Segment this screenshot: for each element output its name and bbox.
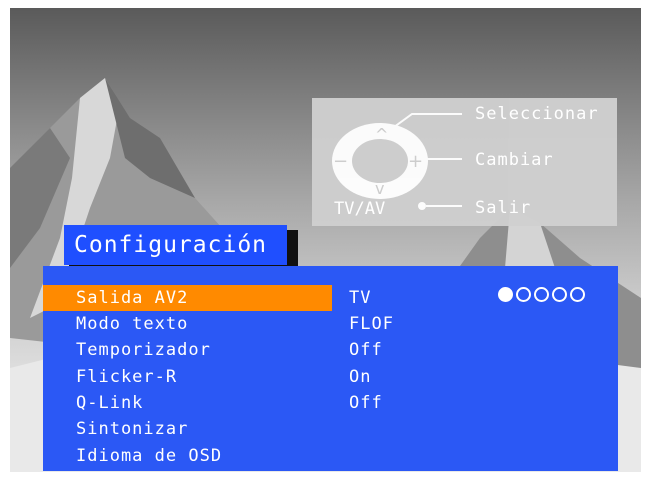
menu-item-temporizador[interactable]: Temporizador — [76, 337, 211, 363]
option-dot-icon — [552, 287, 567, 302]
tvav-button-icon — [418, 202, 426, 210]
up-arrow-icon: ^ — [375, 125, 388, 144]
option-dot-icon — [534, 287, 549, 302]
option-dot-icon — [570, 287, 585, 302]
menu-item-flicker-r[interactable]: Flicker-R — [76, 364, 177, 390]
change-legend: Cambiar — [475, 150, 554, 170]
option-dot-icon — [498, 287, 513, 302]
value-q-link[interactable]: Off — [349, 390, 383, 416]
minus-icon: − — [333, 151, 348, 172]
plus-icon: + — [408, 151, 423, 172]
option-indicator — [498, 287, 585, 302]
tvav-label: TV/AV — [334, 199, 386, 219]
value-modo-texto[interactable]: FLOF — [349, 311, 394, 337]
menu-item-salida-av2[interactable]: Salida AV2 — [76, 285, 188, 311]
down-arrow-icon: v — [375, 179, 384, 198]
value-temporizador[interactable]: Off — [349, 337, 383, 363]
value-flicker-r[interactable]: On — [349, 364, 371, 390]
exit-legend: Salir — [475, 198, 532, 218]
menu-item-modo-texto[interactable]: Modo texto — [76, 311, 188, 337]
menu-item-idioma-osd[interactable]: Idioma de OSD — [76, 443, 222, 469]
option-dot-icon — [516, 287, 531, 302]
menu-title: Configuración — [64, 225, 287, 265]
value-salida-av2[interactable]: TV — [349, 285, 371, 311]
menu-item-sintonizar[interactable]: Sintonizar — [76, 416, 188, 442]
select-legend: Seleccionar — [475, 104, 599, 124]
menu-item-q-link[interactable]: Q-Link — [76, 390, 143, 416]
